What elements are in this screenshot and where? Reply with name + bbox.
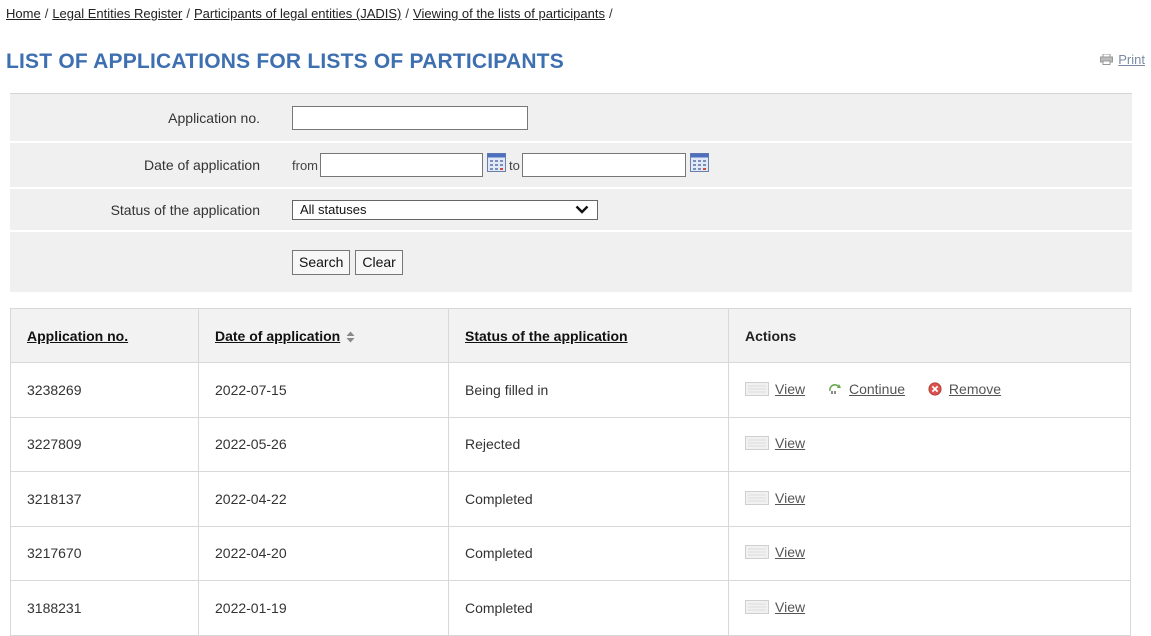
- continue-icon: [829, 383, 841, 394]
- column-header-status[interactable]: Status of the application: [448, 308, 729, 363]
- view-action[interactable]: View: [745, 599, 805, 615]
- date-to-input[interactable]: [521, 153, 686, 177]
- cell-actions: View: [728, 471, 1131, 527]
- sort-status-link[interactable]: Status of the application: [465, 328, 628, 344]
- cell-status: Rejected: [448, 416, 729, 472]
- cell-application-no: 3188231: [10, 580, 199, 636]
- breadcrumb-viewing-lists[interactable]: Viewing of the lists of participants: [413, 6, 605, 21]
- breadcrumb-separator: /: [405, 6, 410, 21]
- cell-status: Completed: [448, 525, 729, 581]
- remove-link[interactable]: Remove: [949, 381, 1001, 397]
- breadcrumb-participants-jadis[interactable]: Participants of legal entities (JADIS): [194, 6, 401, 21]
- view-link[interactable]: View: [775, 490, 805, 506]
- application-no-input[interactable]: [292, 105, 528, 130]
- cell-date: 2022-04-22: [198, 471, 449, 527]
- table-row: 3217670 2022-04-20 Completed View: [10, 525, 1131, 581]
- cell-date: 2022-04-20: [198, 525, 449, 581]
- breadcrumb-home[interactable]: Home: [6, 6, 41, 21]
- sort-application-no-link[interactable]: Application no.: [27, 328, 128, 344]
- print-control[interactable]: Print: [1100, 52, 1145, 67]
- cell-date: 2022-01-19: [198, 580, 449, 636]
- breadcrumb-legal-entities-register[interactable]: Legal Entities Register: [52, 6, 182, 21]
- page-title: LIST OF APPLICATIONS FOR LISTS OF PARTIC…: [6, 50, 564, 73]
- table-row: 3238269 2022-07-15 Being filled in View …: [10, 362, 1131, 418]
- view-icon: [745, 545, 769, 560]
- cell-date: 2022-07-15: [198, 362, 449, 418]
- filter-row-date: Date of application from to: [10, 143, 1132, 189]
- view-link[interactable]: View: [775, 544, 805, 560]
- cell-status: Being filled in: [448, 362, 729, 418]
- view-link[interactable]: View: [775, 381, 805, 397]
- applications-table: Application no. Date of application Stat…: [10, 308, 1131, 636]
- cell-actions: View: [728, 416, 1131, 472]
- filter-row-status: Status of the application All statuses: [10, 189, 1132, 232]
- cell-status: Completed: [448, 580, 729, 636]
- sort-icon[interactable]: [346, 331, 355, 343]
- remove-action[interactable]: Remove: [927, 381, 1001, 397]
- status-select-value: All statuses: [300, 202, 367, 217]
- view-icon: [745, 381, 769, 396]
- continue-link[interactable]: Continue: [849, 381, 905, 397]
- view-action[interactable]: View: [745, 544, 805, 560]
- search-button[interactable]: Search: [292, 249, 351, 275]
- column-header-actions: Actions: [728, 308, 1131, 363]
- cell-application-no: 3238269: [10, 362, 199, 418]
- view-link[interactable]: View: [775, 435, 805, 451]
- view-action[interactable]: View: [745, 490, 805, 506]
- status-select[interactable]: All statuses: [292, 199, 598, 220]
- cell-application-no: 3227809: [10, 416, 199, 472]
- cell-application-no: 3217670: [10, 525, 199, 581]
- column-header-date[interactable]: Date of application: [198, 308, 449, 363]
- remove-icon: [928, 382, 942, 396]
- table-row: 3218137 2022-04-22 Completed View: [10, 471, 1131, 527]
- calendar-icon[interactable]: [689, 152, 709, 172]
- breadcrumb-separator: /: [186, 6, 191, 21]
- filter-panel: Application no. Date of application from…: [10, 93, 1132, 292]
- cell-status: Completed: [448, 471, 729, 527]
- cell-actions: View: [728, 525, 1131, 581]
- application-no-label: Application no.: [168, 109, 260, 126]
- filter-row-buttons: Search Clear: [10, 232, 1132, 292]
- view-action[interactable]: View: [745, 381, 805, 397]
- clear-button[interactable]: Clear: [355, 249, 403, 275]
- cell-actions: View Continue Remove: [728, 362, 1131, 418]
- chevron-down-icon: [575, 205, 589, 214]
- print-link[interactable]: Print: [1118, 52, 1145, 67]
- date-of-application-label: Date of application: [144, 157, 260, 173]
- sort-date-link[interactable]: Date of application: [215, 328, 340, 344]
- view-action[interactable]: View: [745, 435, 805, 451]
- column-header-application-no[interactable]: Application no.: [10, 308, 199, 363]
- printer-icon: [1100, 54, 1114, 65]
- view-icon: [745, 490, 769, 505]
- cell-date: 2022-05-26: [198, 416, 449, 472]
- breadcrumb: Home / Legal Entities Register / Participant…: [6, 6, 617, 21]
- cell-actions: View: [728, 580, 1131, 636]
- table-row: 3227809 2022-05-26 Rejected View: [10, 416, 1131, 472]
- date-to-label: to: [509, 157, 520, 173]
- view-icon: [745, 436, 769, 451]
- cell-application-no: 3218137: [10, 471, 199, 527]
- calendar-icon[interactable]: [487, 152, 506, 172]
- breadcrumb-separator: /: [44, 6, 49, 21]
- view-link[interactable]: View: [775, 599, 805, 615]
- table-header-row: Application no. Date of application Stat…: [10, 308, 1131, 363]
- continue-action[interactable]: Continue: [827, 381, 905, 397]
- date-from-input[interactable]: [320, 153, 483, 177]
- status-of-application-label: Status of the application: [110, 201, 260, 218]
- table-row: 3188231 2022-01-19 Completed View: [10, 580, 1131, 636]
- filter-row-application-no: Application no.: [10, 94, 1132, 143]
- view-icon: [745, 599, 769, 614]
- breadcrumb-separator: /: [609, 6, 613, 21]
- date-from-label: from: [292, 157, 318, 173]
